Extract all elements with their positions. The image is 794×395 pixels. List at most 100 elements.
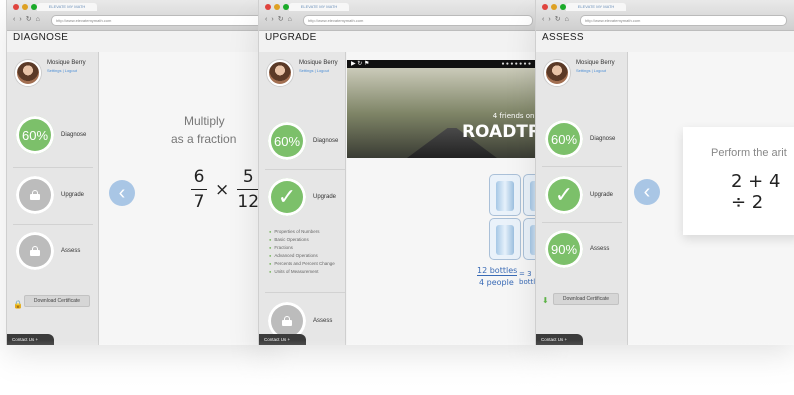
assess-score-badge: 90% bbox=[545, 230, 583, 268]
home-icon[interactable]: ⌂ bbox=[565, 15, 569, 25]
url-bar[interactable]: http://www.elevatemymath.com bbox=[580, 15, 787, 26]
topic-item[interactable]: Advanced Operations bbox=[269, 252, 335, 260]
lock-icon bbox=[30, 190, 40, 200]
step-diagnose[interactable]: 60% Diagnose bbox=[545, 120, 625, 158]
logout-link[interactable]: Logout bbox=[317, 68, 329, 73]
back-arrow-icon[interactable]: ‹ bbox=[109, 180, 135, 206]
nav-buttons: ‹ › ↻ ⌂ bbox=[265, 15, 292, 25]
back-arrow-icon[interactable]: ‹ bbox=[634, 179, 660, 205]
download-certificate-button[interactable]: Download Certificate bbox=[24, 295, 90, 307]
question-prompt-line1: Multiply bbox=[184, 114, 225, 128]
lock-icon bbox=[30, 246, 40, 256]
window-controls bbox=[542, 4, 566, 10]
nav-buttons: ‹ › ↻ ⌂ bbox=[542, 15, 569, 25]
step-upgrade[interactable]: Upgrade bbox=[16, 176, 96, 214]
user-profile: Mosique Berry Settings | Logout bbox=[544, 60, 615, 86]
question-prompt-line2: as a fraction bbox=[171, 132, 237, 146]
reload-icon[interactable]: ↻ bbox=[278, 15, 284, 25]
download-certificate-button[interactable]: Download Certificate bbox=[553, 293, 619, 305]
browser-chrome: ELEVATE MY MATH ‹ › ↻ ⌂ http://www.eleva… bbox=[7, 0, 272, 31]
upgrade-complete-badge: ✓ bbox=[545, 176, 583, 214]
step-label: Diagnose bbox=[313, 138, 339, 144]
bottle-pack bbox=[489, 218, 521, 260]
fraction-b: 5 12 bbox=[237, 167, 260, 212]
browser-tab[interactable]: ELEVATE MY MATH bbox=[37, 3, 97, 11]
lock-icon: 🔒 bbox=[13, 300, 23, 309]
screens-stage: ELEVATE MY MATH ‹ › ↻ ⌂ http://www.eleva… bbox=[0, 0, 794, 395]
fraction-a: 6 7 bbox=[191, 167, 207, 212]
topic-item[interactable]: Percents and Percent Change bbox=[269, 260, 334, 268]
progress-dots: ● ● ● ● ● ● ● bbox=[501, 61, 531, 67]
topic-item[interactable]: Properties of Numbers bbox=[269, 228, 335, 236]
step-upgrade[interactable]: ✓ Upgrade bbox=[268, 178, 348, 216]
sidebar: Mosique Berry Settings | Logout 60% Diag… bbox=[7, 52, 99, 345]
user-name: Mosique Berry bbox=[299, 60, 338, 66]
step-assess[interactable]: 90% Assess bbox=[545, 230, 625, 268]
divider bbox=[542, 166, 622, 167]
back-arrow-icon[interactable]: ‹ bbox=[265, 15, 267, 25]
fraction-expression: 6 7 × 5 12 bbox=[191, 167, 260, 212]
logout-link[interactable]: Logout bbox=[594, 68, 606, 73]
step-label: Diagnose bbox=[590, 136, 616, 142]
step-diagnose[interactable]: 60% Diagnose bbox=[268, 122, 348, 160]
settings-link[interactable]: Settings bbox=[299, 68, 313, 73]
minimize-window-icon[interactable] bbox=[551, 4, 557, 10]
forward-arrow-icon[interactable]: › bbox=[19, 15, 21, 25]
step-upgrade[interactable]: ✓ Upgrade bbox=[545, 176, 625, 214]
step-label: Upgrade bbox=[313, 194, 337, 200]
url-bar[interactable]: http://www.elevatemymath.com bbox=[303, 15, 533, 26]
step-diagnose[interactable]: 60% Diagnose bbox=[16, 116, 96, 154]
video-player[interactable]: ▶ ↻ ⚑ ● ● ● ● ● ● ● 4 friends on a ROADT… bbox=[347, 60, 541, 158]
browser-chrome: ELEVATE MY MATH ‹ › ↻ ⌂ http://www.eleva… bbox=[536, 0, 794, 31]
url-bar[interactable]: http://www.elevatemymath.com bbox=[51, 15, 264, 26]
back-arrow-icon[interactable]: ‹ bbox=[13, 15, 15, 25]
close-window-icon[interactable] bbox=[13, 4, 19, 10]
equation-denominator: 4 people bbox=[479, 278, 514, 287]
avatar bbox=[544, 60, 570, 86]
reload-icon[interactable]: ↻ bbox=[26, 15, 32, 25]
upgrade-lock-badge bbox=[16, 176, 54, 214]
diagnose-score-badge: 60% bbox=[268, 122, 306, 160]
video-title: ROADTR bbox=[461, 122, 541, 142]
math-expression: 2 + 4 ÷ 2 bbox=[731, 171, 781, 213]
divider bbox=[542, 222, 622, 223]
topic-item[interactable]: Units of Measurement bbox=[269, 268, 335, 276]
question-prompt: Perform the arit bbox=[711, 147, 787, 159]
browser-window-diagnose: ELEVATE MY MATH ‹ › ↻ ⌂ http://www.eleva… bbox=[6, 0, 273, 345]
step-label: Assess bbox=[61, 248, 81, 254]
minimize-window-icon[interactable] bbox=[274, 4, 280, 10]
settings-link[interactable]: Settings bbox=[576, 68, 590, 73]
close-window-icon[interactable] bbox=[265, 4, 271, 10]
video-subtitle: 4 friends on a bbox=[492, 112, 541, 120]
play-icon[interactable]: ▶ ↻ ⚑ bbox=[351, 60, 369, 68]
assess-lock-badge bbox=[16, 232, 54, 270]
equation-numerator: 12 bottles bbox=[477, 266, 518, 276]
checkmark-icon: ✓ bbox=[277, 184, 297, 210]
main-content: ‹ Multiply as a fraction 6 7 × 5 12 bbox=[99, 52, 272, 345]
home-icon[interactable]: ⌂ bbox=[288, 15, 292, 25]
step-assess[interactable]: Assess bbox=[16, 232, 96, 270]
topic-item[interactable]: Fractions bbox=[269, 244, 335, 252]
settings-link[interactable]: Settings bbox=[47, 68, 61, 73]
logout-link[interactable]: Logout bbox=[65, 68, 77, 73]
download-arrow-icon: ⬇ bbox=[542, 296, 549, 305]
video-controls: ▶ ↻ ⚑ ● ● ● ● ● ● ● bbox=[347, 60, 541, 68]
home-icon[interactable]: ⌂ bbox=[36, 15, 40, 25]
browser-tab[interactable]: ELEVATE MY MATH bbox=[566, 3, 626, 11]
reflection-fade bbox=[0, 340, 794, 395]
window-controls bbox=[13, 4, 37, 10]
forward-arrow-icon[interactable]: › bbox=[548, 15, 550, 25]
back-arrow-icon[interactable]: ‹ bbox=[542, 15, 544, 25]
browser-tab[interactable]: ELEVATE MY MATH bbox=[289, 3, 349, 11]
close-window-icon[interactable] bbox=[542, 4, 548, 10]
minimize-window-icon[interactable] bbox=[22, 4, 28, 10]
reload-icon[interactable]: ↻ bbox=[555, 15, 561, 25]
divider bbox=[265, 292, 345, 293]
avatar bbox=[267, 60, 293, 86]
avatar bbox=[15, 60, 41, 86]
topic-item[interactable]: Basic Operations bbox=[269, 236, 335, 244]
browser-window-upgrade: ELEVATE MY MATH ‹ › ↻ ⌂ http://www.eleva… bbox=[258, 0, 542, 345]
main-content: ▶ ↻ ⚑ ● ● ● ● ● ● ● 4 friends on a ROADT… bbox=[347, 52, 541, 345]
bottle-pack bbox=[489, 174, 521, 216]
forward-arrow-icon[interactable]: › bbox=[271, 15, 273, 25]
